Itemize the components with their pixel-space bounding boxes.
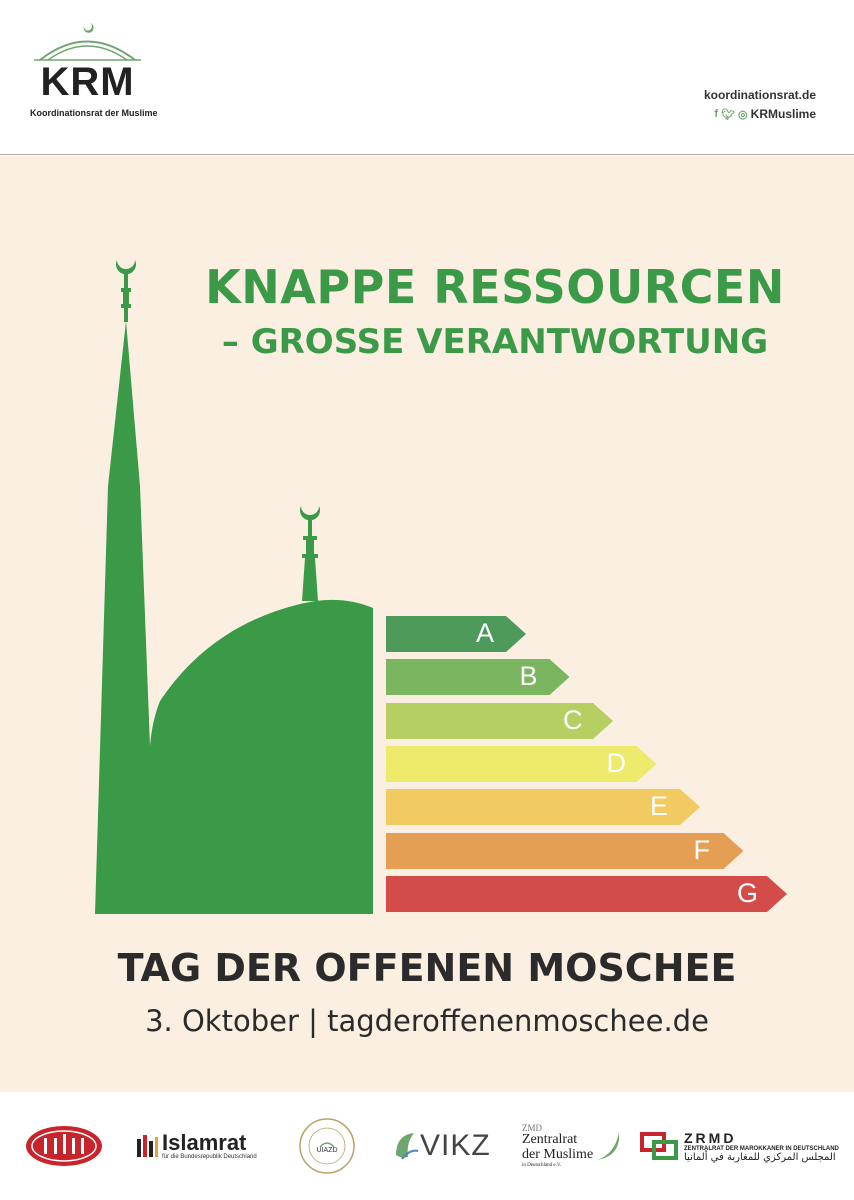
ditib-logo-icon — [26, 1126, 102, 1166]
energy-class-label: A — [476, 618, 495, 648]
header: KRM Koordinationsrat der Muslime koordin… — [0, 0, 854, 155]
partner-zrmd-logo[interactable]: ZRMD ZENTRALRAT DER MAROKKANER IN DEUTSC… — [640, 1092, 839, 1200]
energy-class-label: C — [563, 704, 583, 735]
social-links[interactable]: f 🐦︎ ◎ KRMuslime — [714, 107, 816, 121]
energy-class-d: D — [386, 745, 657, 782]
facebook-icon[interactable]: f — [714, 108, 718, 120]
zmd-crescent-icon — [597, 1132, 620, 1160]
footer: Islamrat für die Bundesrepublik Deutschl… — [0, 1092, 854, 1200]
minaret-crescent-icon — [116, 260, 136, 322]
event-title: TAG DER OFFENEN MOSCHEE — [117, 946, 737, 990]
vikz-leaf-icon — [396, 1133, 419, 1160]
headline-line2: – GROSSE VERANTWORTUNG — [221, 322, 769, 362]
zrmd-subtitle: ZENTRALRAT DER MAROKKANER IN DEUTSCHLAND — [684, 1145, 839, 1152]
energy-class-label: F — [693, 834, 711, 865]
partner-zmd-logo[interactable]: ZMD Zentralrat der Muslime in Deutschlan… — [522, 1092, 623, 1200]
partner-vikz-logo[interactable]: VIKZ — [392, 1092, 491, 1200]
islamrat-subtitle: für die Bundesrepublik Deutschland — [162, 1154, 257, 1160]
brand-acronym: KRM — [40, 60, 135, 104]
poster: KNAPPE RESSOURCEN – GROSSE VERANTWORTUNG… — [0, 156, 854, 1092]
twitter-icon[interactable]: 🐦︎ — [721, 108, 735, 121]
islamrat-mark-icon — [137, 1135, 158, 1157]
partner-islamrat-logo[interactable]: Islamrat für die Bundesrepublik Deutschl… — [137, 1092, 257, 1200]
energy-class-label: B — [519, 661, 538, 692]
minaret-and-dome — [95, 321, 373, 914]
energy-class-a: A — [386, 616, 526, 652]
mosque-dome-logo-icon — [34, 23, 141, 61]
partner-ditib-logo[interactable] — [24, 1092, 104, 1200]
headline-line1: KNAPPE RESSOURCEN — [205, 260, 785, 314]
instagram-icon[interactable]: ◎ — [738, 108, 748, 121]
social-handle: KRMuslime — [750, 107, 816, 121]
partner-uiazd-logo[interactable]: UIAZD — [298, 1092, 356, 1200]
zmd-line1: Zentralrat — [522, 1132, 578, 1148]
krm-logo: KRM Koordinationsrat der Muslime — [30, 18, 158, 128]
energy-class-e: E — [386, 789, 700, 826]
zmd-line3: in Deutschland e.V. — [522, 1162, 562, 1168]
zrmd-name: ZRMD — [684, 1129, 737, 1146]
islamrat-name: Islamrat — [162, 1130, 247, 1155]
energy-class-label: E — [650, 791, 669, 822]
energy-class-g: G — [386, 875, 787, 912]
vikz-name: VIKZ — [420, 1129, 491, 1162]
energy-class-label: D — [606, 747, 627, 778]
energy-class-label: G — [737, 877, 759, 908]
energy-class-c: C — [386, 702, 613, 739]
uiazd-label: UIAZD — [317, 1147, 338, 1154]
zmd-line2: der Muslime — [522, 1147, 594, 1163]
dome-crescent-icon — [300, 506, 320, 601]
energy-class-f: F — [386, 832, 744, 869]
brand-name: Koordinationsrat der Muslime — [30, 108, 158, 118]
energy-class-b: B — [386, 659, 570, 696]
uiazd-seal-icon: UIAZD — [299, 1118, 355, 1174]
zrmd-arabic: المجلس المركزي للمغاربة في ألمانيا — [684, 1151, 836, 1163]
zrmd-mark-icon — [640, 1132, 678, 1160]
event-date-line[interactable]: 3. Oktober | tagderoffenenmoschee.de — [0, 1004, 854, 1038]
website-link[interactable]: koordinationsrat.de — [704, 88, 816, 102]
